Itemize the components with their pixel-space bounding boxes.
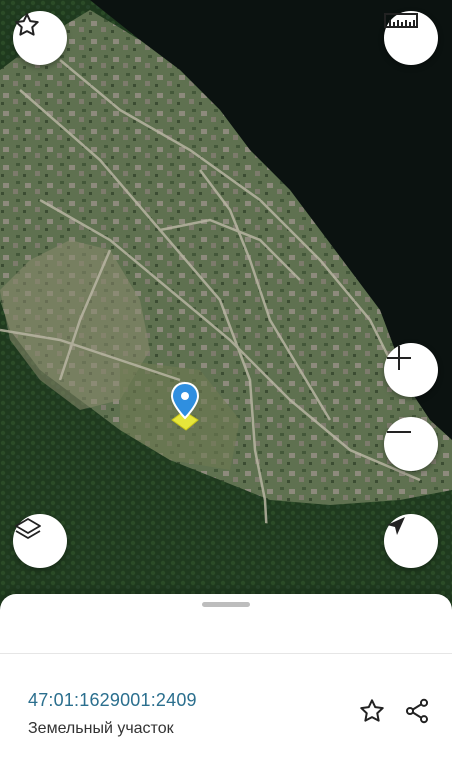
satellite-map[interactable] <box>0 0 452 610</box>
object-info-sheet[interactable]: 47:01:1629001:2409 Земельный участок <box>0 594 452 768</box>
divider <box>0 653 452 654</box>
favorite-button[interactable] <box>13 11 67 65</box>
sheet-drag-handle[interactable] <box>202 602 250 607</box>
cadastral-number[interactable]: 47:01:1629001:2409 <box>28 690 197 711</box>
share-icon <box>403 697 431 730</box>
layers-button[interactable] <box>13 514 67 568</box>
my-location-button[interactable] <box>384 514 438 568</box>
favorite-object-button[interactable] <box>357 698 387 728</box>
zoom-in-button[interactable] <box>384 343 438 397</box>
ruler-button[interactable] <box>384 11 438 65</box>
zoom-out-button[interactable] <box>384 417 438 471</box>
star-icon <box>358 697 386 730</box>
share-button[interactable] <box>402 698 432 728</box>
object-type-label: Земельный участок <box>28 720 174 737</box>
